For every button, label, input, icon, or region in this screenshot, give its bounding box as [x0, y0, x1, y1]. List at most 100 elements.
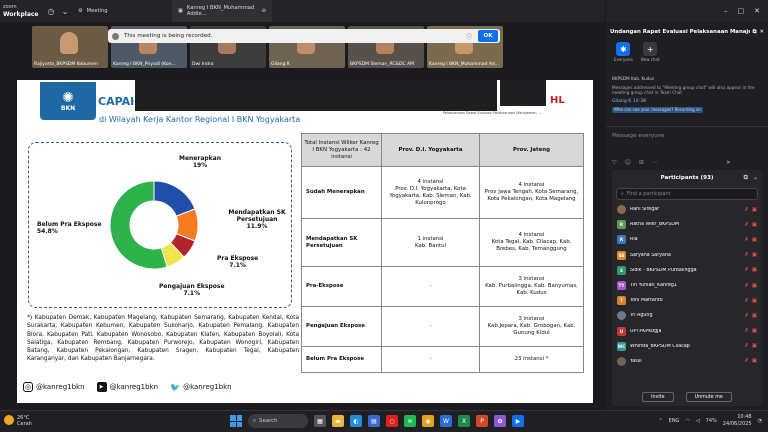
maximize-button[interactable]: □ — [738, 7, 745, 15]
video-off-icon: ▣ — [751, 282, 757, 289]
notification-icon[interactable]: ◔ — [758, 418, 762, 424]
zoom-icon[interactable]: ▶ — [512, 415, 524, 427]
wifi-icon[interactable]: ◠ — [685, 418, 689, 424]
tab-shared-screen-label: Kanreg I BKN_Muhammad Addie... — [186, 5, 255, 17]
participant-status-icons: ✗ ▣ — [744, 237, 757, 243]
participant-row[interactable]: R Ratna Wier_BKPSDM ✗ ▣ — [612, 217, 762, 232]
chat-message: BKPSDM Kab. Kudus — [612, 76, 655, 81]
powerpoint-icon[interactable]: P — [476, 415, 488, 427]
participant-row[interactable]: U UPTPKPKogja ✗ ▣ — [612, 324, 762, 339]
participant-search[interactable]: ⌕ Find a participant — [616, 188, 758, 200]
video-tile-name: BKPSDM Sleman_RC&DC AM — [350, 62, 415, 67]
participant-row[interactable]: T Toni Martanto ✗ ▣ — [612, 293, 762, 308]
avatar: R — [617, 235, 626, 245]
clock[interactable]: 10:48 24/06/2025 — [723, 414, 752, 428]
slide-title-fragment: CAPAI — [98, 95, 135, 108]
video-off-icon: ▣ — [751, 221, 757, 228]
participant-row[interactable]: TY Tin Yuniati_Kanreg1 ✗ ▣ — [612, 278, 762, 293]
participant-row[interactable]: Tri Agung ✗ ▣ — [612, 308, 762, 323]
opera-icon[interactable]: ○ — [386, 415, 398, 427]
slide-subtitle: di Wilayah Kerja Kantor Regional I BKN Y… — [99, 115, 301, 124]
photos-icon[interactable]: ✿ — [494, 415, 506, 427]
instagram-handle: @kanreg1bkn — [36, 383, 85, 391]
table-cell-jateng: 4 instansi Kota Tegal, Kab. Cilacap, Kab… — [479, 218, 584, 267]
participant-row[interactable]: R Ria ✗ ▣ — [612, 232, 762, 247]
video-off-icon: ▣ — [751, 312, 757, 319]
chrome-icon[interactable]: ◉ — [422, 415, 434, 427]
participant-row[interactable]: Yassi ✗ ▣ — [612, 354, 762, 369]
status-table: Total Instansi Wilker Kanreg I BKN Yogya… — [301, 133, 584, 373]
format-icon[interactable]: ▽ — [612, 159, 617, 166]
tab-everyone-label: Everyone — [614, 57, 633, 62]
clock-icon[interactable]: ◷ — [44, 4, 58, 18]
instagram-icon: ◎ — [23, 382, 33, 392]
participants-header-icons: ⧉ ⌄ — [744, 174, 758, 182]
video-off-icon: ▣ — [751, 328, 757, 335]
taskbar-search[interactable]: ⌕ Search — [248, 414, 308, 428]
task-view-icon[interactable]: ▦ — [314, 415, 326, 427]
tab-everyone[interactable]: ✱ Everyone — [614, 42, 633, 62]
volume-icon[interactable]: ◁ — [696, 418, 700, 424]
attach-icon[interactable]: ⊞ — [639, 159, 644, 166]
chat-sender: Gilang K 10:38 — [612, 98, 646, 104]
participant-name: Sidik - BKPSDM Purbalingga — [630, 267, 697, 273]
chevron-down-icon[interactable]: ⌄ — [58, 4, 72, 18]
participant-row[interactable]: S Sidik - BKPSDM Purbalingga ✗ ▣ — [612, 263, 762, 278]
participants-header: Participants (93) ⧉ ⌄ — [612, 170, 762, 186]
excel-icon[interactable]: X — [458, 415, 470, 427]
participant-row[interactable]: SS Saryana Saryana ✗ ▣ — [612, 248, 762, 263]
search-icon: ⌕ — [621, 191, 624, 197]
store-icon[interactable]: ▤ — [368, 415, 380, 427]
participant-status-icons: ✗ ▣ — [744, 252, 757, 258]
file-explorer-icon[interactable]: ▬ — [332, 415, 344, 427]
minimize-button[interactable]: – — [724, 7, 728, 15]
tab-meeting-label: Meeting — [86, 8, 108, 14]
participant-row[interactable]: WC Whinda_BKPSDM Cilacap ✗ ▣ — [612, 339, 762, 354]
participant-search-input[interactable]: Find a participant — [627, 191, 671, 197]
tab-meeting[interactable]: ⚙ Meeting — [72, 0, 172, 22]
windows-start-icon[interactable] — [230, 415, 242, 427]
invite-button[interactable]: Invite — [642, 392, 674, 402]
social-youtube: ▶ @kanreg1bkn — [96, 382, 158, 392]
table-row-header: Belum Pra Ekspose — [301, 346, 382, 373]
ok-button[interactable]: OK — [478, 30, 498, 42]
weather-widget[interactable]: 26°C Cerah — [4, 415, 32, 427]
chat-title: Undangan Rapat Evaluasi Pelaksanaan Mana… — [610, 29, 750, 35]
slice-value: 7.1% — [229, 262, 246, 269]
chat-tabs: ✱ Everyone + New chat — [606, 42, 768, 74]
popout-icon[interactable]: ⧉ — [744, 174, 748, 182]
emoji-icon[interactable]: ☺ — [625, 159, 631, 166]
plus-icon: + — [643, 42, 658, 56]
table-cell-diy: - — [381, 266, 480, 307]
mic-muted-icon: ✗ — [744, 221, 749, 228]
more-icon[interactable]: ⋯ — [652, 159, 658, 166]
chevron-down-icon[interactable]: ⌄ — [753, 174, 758, 182]
avatar: U — [617, 326, 626, 336]
footnote: *) Kabupaten Demak, Kabupaten Magelang, … — [27, 315, 299, 363]
unmute-me-button[interactable]: Unmute me — [685, 392, 732, 402]
close-icon[interactable]: ⊖ — [262, 8, 266, 14]
zoom-brand: zoom Workplace — [0, 4, 44, 18]
table-row: Mendapatkan SK Persetujuan 1 instansi Kab… — [301, 218, 584, 267]
participant-status-icons: ✗ ▣ — [744, 313, 757, 319]
tab-shared-screen[interactable]: ▣ Kanreg I BKN_Muhammad Addie... ⊖ — [172, 0, 272, 22]
privacy-tag[interactable]: Who can see your messages? Recording on — [612, 107, 703, 113]
taskbar-search-label: Search — [259, 418, 278, 424]
chevron-up-icon[interactable]: ⌃ — [658, 418, 662, 424]
language-indicator[interactable]: ENG — [669, 418, 680, 424]
popout-icon[interactable]: ⧉ — [753, 29, 757, 36]
chat-input[interactable]: Message everyone — [612, 133, 762, 139]
video-off-icon: ▣ — [751, 297, 757, 304]
close-window-button[interactable]: ✕ — [754, 7, 760, 15]
video-tile-name: Rajiyarto_BKPSDM Kebumen — [34, 62, 98, 67]
edge-icon[interactable]: ◐ — [350, 415, 362, 427]
word-icon[interactable]: W — [440, 415, 452, 427]
video-tile[interactable]: Rajiyarto_BKPSDM Kebumen — [32, 26, 108, 68]
info-icon[interactable]: ⓘ — [466, 32, 472, 41]
close-panel-icon[interactable]: ✕ — [759, 29, 764, 35]
send-icon[interactable]: ➤ — [726, 159, 731, 166]
tab-new-chat[interactable]: + New chat — [641, 42, 660, 62]
participant-row[interactable]: Rani Siregar ✗ ▣ — [612, 202, 762, 217]
spotify-icon[interactable]: ≋ — [404, 415, 416, 427]
battery-level[interactable]: 74% — [706, 418, 717, 424]
